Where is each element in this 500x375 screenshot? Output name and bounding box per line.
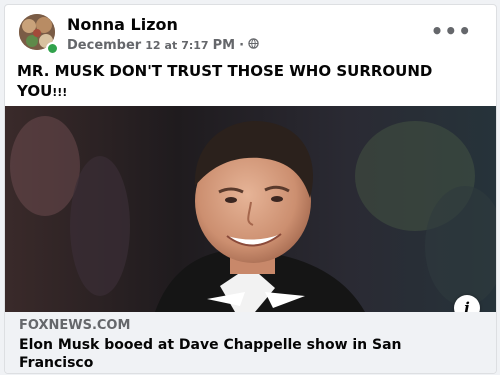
globe-icon[interactable] [248,38,259,53]
post-time[interactable]: 7:17 [181,39,208,52]
link-preview[interactable]: FOXNEWS.COM Elon Musk booed at Dave Chap… [5,312,496,373]
post-meridiem: PM [212,38,236,53]
link-title[interactable]: Elon Musk booed at Dave Chappelle show i… [19,336,479,372]
post-author[interactable]: Nonna Lizon [67,15,178,34]
post-card: Nonna Lizon December 12 at 7:17 PM · •••… [4,4,497,374]
link-domain: FOXNEWS.COM [19,318,131,333]
meta-separator: · [239,38,245,53]
online-status-dot [46,42,59,55]
post-caption-suffix: !!! [52,86,68,99]
post-date-at: at [164,39,178,52]
post-meta: December 12 at 7:17 PM · [67,38,259,53]
post-caption-text: MR. MUSK DON'T TRUST THOSE WHO SURROUND … [17,62,433,100]
link-preview-image[interactable] [5,106,496,312]
post-date-month[interactable]: December [67,38,141,53]
post-caption: MR. MUSK DON'T TRUST THOSE WHO SURROUND … [17,61,477,103]
more-options-icon[interactable]: ••• [431,21,472,41]
post-date-day[interactable]: 12 [145,39,160,52]
